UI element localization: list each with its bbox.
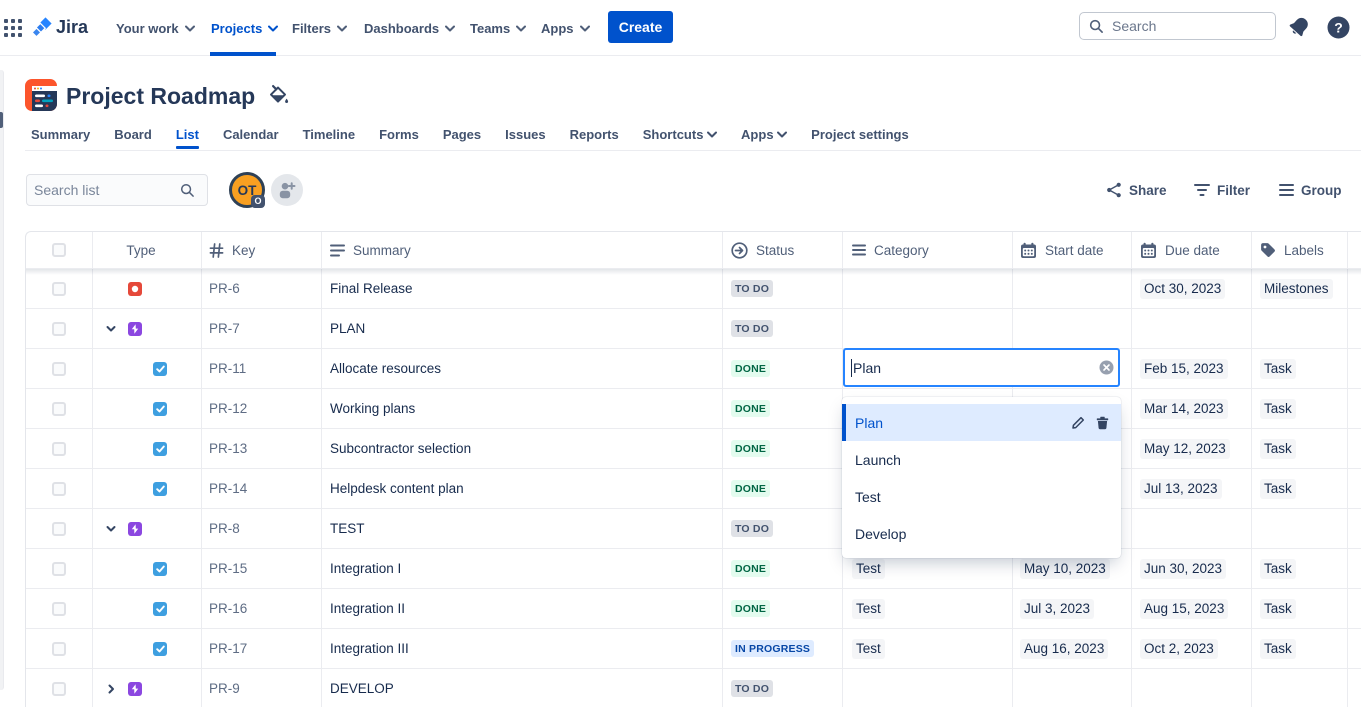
svg-text:?: ? (1334, 20, 1343, 36)
